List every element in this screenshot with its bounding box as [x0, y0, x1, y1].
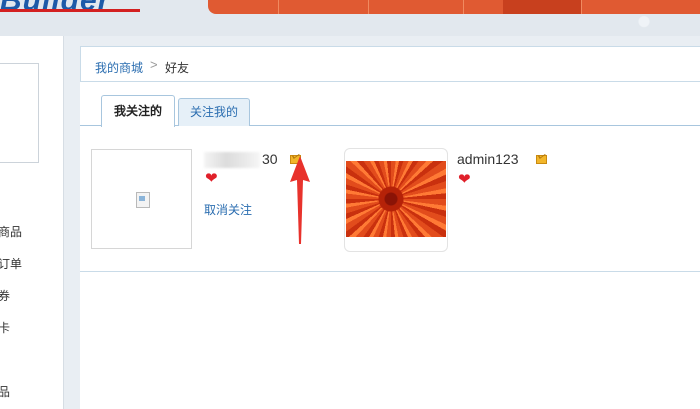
arrow-up-icon	[290, 156, 310, 244]
nav-item-active[interactable]	[503, 0, 581, 14]
unfollow-link[interactable]: 取消关注	[204, 201, 252, 218]
top-banner: Builder	[0, 0, 700, 36]
friend-name: admin123	[457, 151, 519, 167]
broken-image-icon	[136, 192, 150, 208]
breadcrumb-current: 好友	[165, 61, 190, 75]
tab-following[interactable]: 我关注的	[101, 95, 175, 127]
chevron-right-icon: >	[150, 57, 158, 72]
sidebar-item-coupons[interactable]: 券	[0, 287, 10, 304]
friend-avatar[interactable]	[344, 148, 448, 252]
logo-underline	[0, 9, 140, 12]
breadcrumb: 我的商城 > 好友	[80, 46, 700, 82]
breadcrumb-home[interactable]: 我的商城	[95, 59, 143, 76]
divider	[80, 271, 700, 272]
mail-icon[interactable]	[536, 155, 547, 164]
heart-icon: ❤	[205, 170, 218, 187]
sidebar-item-products[interactable]: 商品	[0, 223, 22, 240]
sidebar: 商品 订单 券 卡 品	[0, 36, 64, 409]
friend-avatar[interactable]	[91, 149, 192, 249]
friend-name: 30	[262, 151, 278, 167]
sidebar-item-orders[interactable]: 订单	[0, 255, 22, 272]
nav-separator	[463, 0, 464, 14]
main-nav	[208, 0, 700, 14]
user-avatar-box	[0, 63, 39, 163]
nav-separator	[581, 0, 582, 14]
tab-followers[interactable]: 关注我的	[178, 98, 250, 126]
blurred-username	[204, 152, 260, 168]
nav-separator	[368, 0, 369, 14]
main-panel: 我的商城 > 好友 我关注的 关注我的 30 ❤ 取消关注 admin123 ❤	[80, 46, 700, 409]
heart-icon: ❤	[458, 171, 471, 188]
sidebar-item-cards[interactable]: 卡	[0, 319, 10, 336]
sidebar-item-goods[interactable]: 品	[0, 383, 10, 400]
flower-photo	[346, 161, 446, 237]
nav-separator	[278, 0, 279, 14]
